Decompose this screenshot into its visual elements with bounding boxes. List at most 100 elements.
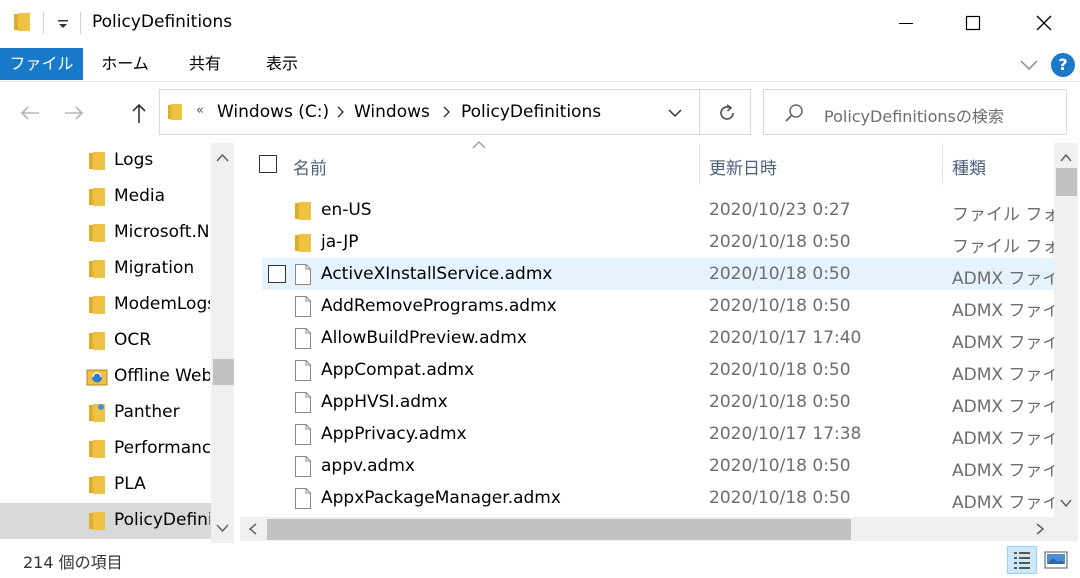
nav-item-panther[interactable]: Panther xyxy=(0,395,212,431)
nav-item-pla[interactable]: PLA xyxy=(0,467,212,503)
file-type: ADMX ファイル xyxy=(952,269,1054,289)
file-type: ファイル フォルダー xyxy=(952,237,1054,257)
forward-button[interactable] xyxy=(61,100,87,126)
nav-item-microsoft-net[interactable]: Microsoft.NET xyxy=(0,215,212,251)
search-input[interactable]: PolicyDefinitionsの検索 xyxy=(824,103,1004,127)
file-date: 2020/10/23 0:27 xyxy=(709,200,851,220)
nav-item-policydefinitions[interactable]: PolicyDefinitions xyxy=(0,503,212,539)
refresh-icon[interactable] xyxy=(716,102,738,124)
column-header-row: 名前 更新日時 種類 xyxy=(240,141,1054,185)
column-divider[interactable] xyxy=(699,143,700,185)
nav-item-media[interactable]: Media xyxy=(0,179,212,215)
file-date: 2020/10/18 0:50 xyxy=(709,264,851,284)
arrow-right-icon xyxy=(65,106,84,120)
nav-item-label: PLA xyxy=(114,474,146,494)
quick-access-dropdown-icon[interactable] xyxy=(55,14,71,32)
nav-scrollbar[interactable] xyxy=(211,143,234,543)
breadcrumb-policydefinitions[interactable]: PolicyDefinitions xyxy=(461,102,601,122)
chevron-up-icon[interactable] xyxy=(216,153,229,163)
list-item[interactable]: AddRemovePrograms.admx 2020/10/18 0:50 A… xyxy=(262,290,1054,322)
file-date: 2020/10/17 17:40 xyxy=(709,328,862,348)
close-button[interactable] xyxy=(1008,0,1080,46)
sort-ascending-icon xyxy=(472,141,486,149)
details-view-button[interactable] xyxy=(1007,546,1037,574)
chevron-down-icon[interactable] xyxy=(666,104,684,122)
folder-icon xyxy=(89,440,105,458)
nav-item-modemlogs[interactable]: ModemLogs xyxy=(0,287,212,323)
list-item[interactable]: ActiveXInstallService.admx 2020/10/18 0:… xyxy=(262,258,1054,290)
scrollbar-thumb[interactable] xyxy=(213,359,234,385)
tab-share[interactable]: 共有 xyxy=(175,48,235,80)
file-icon xyxy=(295,296,311,317)
window-title: PolicyDefinitions xyxy=(92,12,233,32)
address-bar[interactable]: « Windows (C:) Windows PolicyDefinitions xyxy=(159,89,751,135)
folder-icon xyxy=(168,104,182,120)
column-header-date[interactable]: 更新日時 xyxy=(709,154,777,179)
nav-item-label: Offline Web Pages xyxy=(114,366,210,386)
nav-item-label: Panther xyxy=(114,402,180,422)
file-name: ja-JP xyxy=(321,232,359,252)
breadcrumb-windows[interactable]: Windows xyxy=(354,102,430,122)
list-item[interactable]: AppPrivacy.admx 2020/10/17 17:38 ADMX ファ… xyxy=(262,418,1054,450)
file-list-horizontal-scrollbar[interactable] xyxy=(240,517,1054,541)
nav-item-performance[interactable]: Performance xyxy=(0,431,212,467)
folder-icon xyxy=(89,332,105,350)
file-type: ADMX ファイル xyxy=(952,365,1054,385)
list-item[interactable]: AppCompat.admx 2020/10/18 0:50 ADMX ファイル xyxy=(262,354,1054,386)
nav-item-label: Logs xyxy=(114,150,154,170)
file-name: AppxPackageManager.admx xyxy=(321,488,561,508)
nav-item-ocr[interactable]: OCR xyxy=(0,323,212,359)
back-button[interactable] xyxy=(17,100,43,126)
breadcrumb-overflow[interactable]: « xyxy=(196,103,204,118)
select-all-checkbox[interactable] xyxy=(259,155,277,173)
file-type: ADMX ファイル xyxy=(952,461,1054,481)
nav-item-offline-web-pages[interactable]: Offline Web Pages xyxy=(0,359,212,395)
help-button[interactable]: ? xyxy=(1051,53,1075,77)
chevron-right-icon[interactable] xyxy=(1035,523,1045,535)
breadcrumb-drive[interactable]: Windows (C:) xyxy=(217,102,329,122)
folder-icon xyxy=(295,202,311,220)
nav-item-migration[interactable]: Migration xyxy=(0,251,212,287)
nav-item-logs[interactable]: Logs xyxy=(0,143,212,179)
chevron-down-icon[interactable] xyxy=(216,523,229,533)
column-header-name[interactable]: 名前 xyxy=(293,154,327,179)
navigation-pane: Logs Media Microsoft.NET Migration Modem… xyxy=(0,143,236,543)
file-name: AllowBuildPreview.admx xyxy=(321,328,527,348)
file-list: en-US 2020/10/23 0:27 ファイル フォルダー ja-JP 2… xyxy=(240,194,1054,514)
list-item[interactable]: ja-JP 2020/10/18 0:50 ファイル フォルダー xyxy=(262,226,1054,258)
search-box[interactable]: PolicyDefinitionsの検索 xyxy=(763,89,1067,135)
list-item[interactable]: appv.admx 2020/10/18 0:50 ADMX ファイル xyxy=(262,450,1054,482)
panther-folder-icon xyxy=(89,404,105,422)
file-date: 2020/10/18 0:50 xyxy=(709,360,851,380)
list-item[interactable]: en-US 2020/10/23 0:27 ファイル フォルダー xyxy=(262,194,1054,226)
file-name: AppCompat.admx xyxy=(321,360,475,380)
tab-view[interactable]: 表示 xyxy=(252,48,312,80)
nav-item-label: ModemLogs xyxy=(114,294,210,314)
up-button[interactable] xyxy=(126,100,152,126)
file-icon xyxy=(295,360,311,381)
column-divider[interactable] xyxy=(942,143,943,185)
file-list-vertical-scrollbar[interactable] xyxy=(1054,143,1078,517)
large-icons-view-icon[interactable] xyxy=(1044,549,1068,571)
separator xyxy=(80,12,81,34)
nav-item-label: PolicyDefinitions xyxy=(114,510,210,530)
list-item[interactable]: AllowBuildPreview.admx 2020/10/17 17:40 … xyxy=(262,322,1054,354)
chevron-right-icon[interactable] xyxy=(442,105,452,119)
column-header-type[interactable]: 種類 xyxy=(952,154,986,179)
chevron-right-icon[interactable] xyxy=(336,105,346,119)
chevron-up-icon[interactable] xyxy=(1060,153,1072,163)
file-date: 2020/10/17 17:38 xyxy=(709,424,862,444)
nav-item-label: Media xyxy=(114,186,166,206)
tab-home[interactable]: ホーム xyxy=(93,48,157,80)
scrollbar-thumb[interactable] xyxy=(267,519,851,540)
list-item[interactable]: AppHVSI.admx 2020/10/18 0:50 ADMX ファイル xyxy=(262,386,1054,418)
chevron-down-icon[interactable] xyxy=(1060,498,1072,508)
maximize-button[interactable] xyxy=(937,0,1009,46)
chevron-down-icon[interactable] xyxy=(1018,56,1040,74)
tab-file[interactable]: ファイル xyxy=(0,48,83,80)
minimize-button[interactable] xyxy=(870,0,942,46)
scrollbar-thumb[interactable] xyxy=(1056,168,1077,196)
chevron-left-icon[interactable] xyxy=(248,523,258,535)
row-checkbox[interactable] xyxy=(268,265,286,283)
list-item[interactable]: AppxPackageManager.admx 2020/10/18 0:50 … xyxy=(262,482,1054,514)
